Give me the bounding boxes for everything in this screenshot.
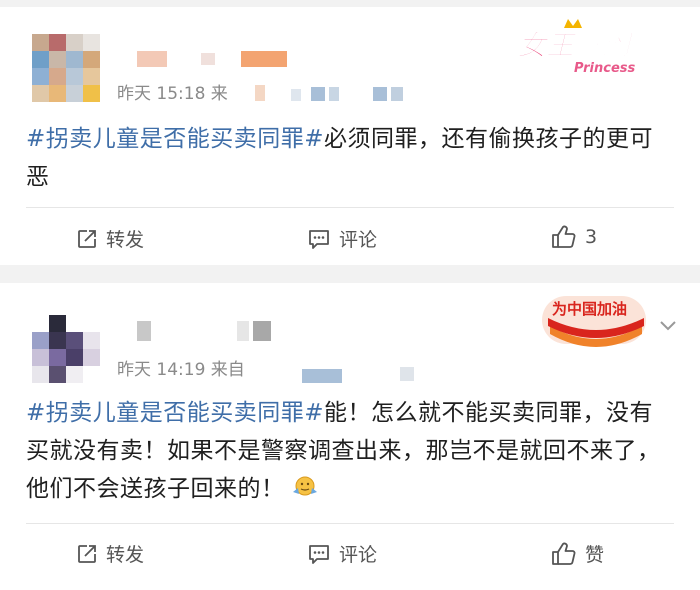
thumbs-up-icon	[552, 225, 576, 248]
svg-text:Princess: Princess	[574, 61, 636, 76]
comment-icon	[309, 229, 329, 249]
svg-text:女王驾到: 女王驾到	[518, 29, 634, 62]
divider	[26, 207, 674, 208]
repost-icon	[78, 544, 96, 563]
comment-label: 评论	[339, 229, 378, 251]
repost-label: 转发	[106, 229, 145, 251]
hashtag-link[interactable]: #拐卖儿童是否能买卖同罪#	[26, 400, 324, 426]
thumbs-up-icon	[552, 542, 576, 565]
chevron-down-icon[interactable]	[656, 313, 680, 337]
avatar[interactable]	[32, 34, 100, 102]
like-label: 赞	[585, 544, 605, 566]
repost-button[interactable]: 转发	[76, 540, 144, 567]
post-time-source: 昨天 15:18 来	[117, 84, 228, 104]
repost-button[interactable]: 转发	[76, 225, 144, 252]
svg-text:为中国加油: 为中国加油	[552, 300, 627, 318]
shrug-emoji-icon	[292, 476, 317, 496]
comment-icon	[309, 544, 329, 564]
weibo-post-1: 昨天 15:18 来 女王驾到 Princess #拐卖儿童是否能买卖同罪#必须…	[0, 7, 700, 265]
username-blurred[interactable]	[137, 321, 287, 341]
divider	[26, 523, 674, 524]
like-button[interactable]: 3	[551, 225, 597, 249]
hashtag-link[interactable]: #拐卖儿童是否能买卖同罪#	[26, 126, 324, 152]
avatar[interactable]	[32, 315, 100, 383]
like-button[interactable]: 赞	[551, 540, 604, 567]
comment-button[interactable]: 评论	[307, 540, 377, 567]
china-cheer-badge-icon: 为中国加油	[542, 296, 646, 347]
post-content: #拐卖儿童是否能买卖同罪#能！怎么就不能买卖同罪，没有买就没有卖！如果不是警察调…	[26, 400, 661, 502]
source-blurred	[255, 85, 425, 101]
repost-label: 转发	[106, 544, 145, 566]
repost-icon	[78, 229, 96, 248]
post-time-source: 昨天 14:19 来自	[117, 360, 245, 380]
like-count: 3	[585, 226, 598, 248]
princess-badge-icon: 女王驾到 Princess	[518, 19, 636, 76]
comment-label: 评论	[339, 544, 378, 566]
weibo-post-2: 昨天 14:19 来自 为中国加油 #拐卖儿童是否能买卖同罪#能！怎么就不能买卖…	[0, 283, 700, 590]
source-blurred	[300, 367, 450, 383]
comment-button[interactable]: 评论	[307, 225, 377, 252]
username-blurred[interactable]	[137, 51, 287, 67]
post-content: #拐卖儿童是否能买卖同罪#必须同罪，还有偷换孩子的更可恶	[26, 126, 654, 190]
